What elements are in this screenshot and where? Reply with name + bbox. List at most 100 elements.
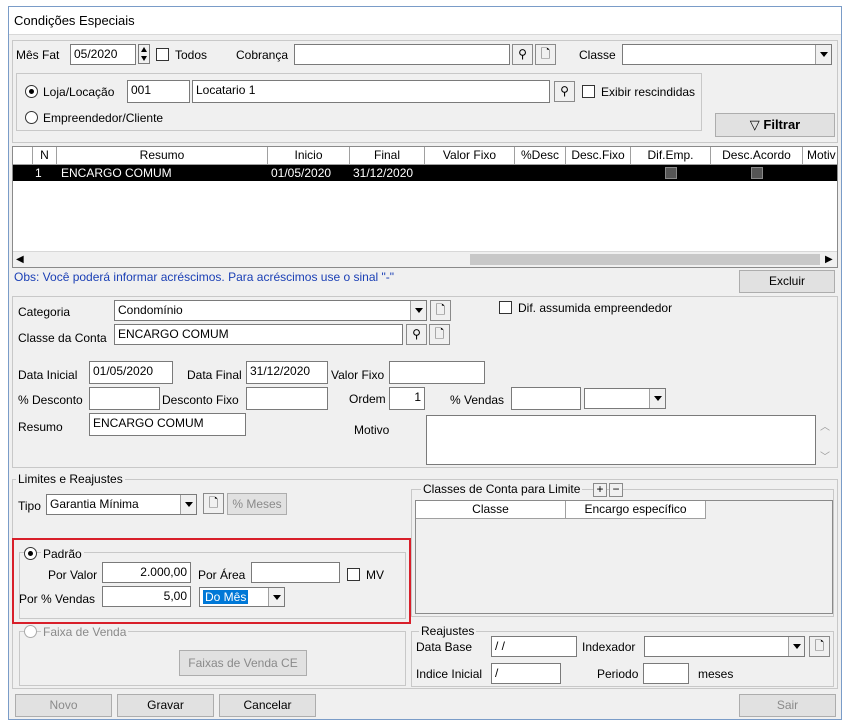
cancelar-button[interactable]: Cancelar — [219, 694, 316, 717]
categoria-label: Categoria — [18, 305, 71, 319]
tipo-new-doc-icon[interactable]: 🗋 — [203, 493, 224, 514]
resumo-input[interactable]: ENCARGO COMUM — [89, 413, 246, 436]
row-desc-fixo — [569, 165, 629, 181]
valor-fixo-label: Valor Fixo — [331, 368, 385, 382]
gravar-button[interactable]: Gravar — [117, 694, 214, 717]
scroll-left-icon[interactable]: ◀ — [16, 254, 24, 265]
empreendedor-cliente-radio[interactable] — [25, 111, 38, 124]
classe-conta-label: Classe da Conta — [18, 331, 107, 345]
row-n: 1 — [35, 166, 42, 180]
row-inicio: 01/05/2020 — [271, 166, 332, 180]
condicoes-especiais-window: Condições Especiais Mês Fat 05/2020 Todo… — [8, 6, 842, 720]
add-classe-icon[interactable]: + — [593, 483, 607, 497]
pct-vendas-select[interactable] — [584, 388, 666, 409]
classe-label: Classe — [579, 48, 616, 62]
empreendedor-cliente-label: Empreendedor/Cliente — [43, 111, 164, 125]
tipo-select[interactable]: Garantia Mínima — [46, 494, 197, 515]
pct-vendas-input[interactable] — [511, 387, 581, 410]
indexador-select[interactable] — [644, 636, 805, 657]
grid-horizontal-scrollbar[interactable]: ◀ ▶ — [13, 251, 837, 267]
cobranca-new-doc-icon[interactable]: 🗋 — [535, 44, 556, 65]
data-base-input[interactable]: / / — [491, 636, 577, 657]
desconto-fixo-input[interactable] — [246, 387, 328, 410]
row-desc-acordo-checkbox[interactable] — [751, 167, 763, 179]
valor-fixo-input[interactable] — [389, 361, 485, 384]
filter-icon: ▽ — [749, 117, 760, 132]
grid-header-final[interactable]: Final — [350, 147, 425, 165]
excluir-button[interactable]: Excluir — [739, 270, 835, 293]
grid-header-motivo[interactable]: Motiv — [803, 147, 837, 165]
pct-desconto-input[interactable] — [89, 387, 160, 410]
classe-select[interactable] — [622, 44, 832, 65]
grid-header-pct-desc[interactable]: %Desc — [515, 147, 566, 165]
grid-header-inicio[interactable]: Inicio — [268, 147, 350, 165]
periodo-input[interactable] — [643, 663, 689, 684]
cobranca-search-icon[interactable]: ⚲ — [512, 44, 533, 65]
data-inicial-label: Data Inicial — [18, 368, 78, 382]
categoria-select[interactable]: Condomínio — [114, 300, 427, 321]
faixas-venda-ce-button[interactable]: Faixas de Venda CE — [179, 650, 307, 676]
chevron-down-icon — [410, 301, 426, 320]
motivo-textarea[interactable] — [426, 415, 816, 465]
ordem-label: Ordem — [349, 392, 386, 406]
motivo-label: Motivo — [354, 423, 390, 437]
pct-meses-button[interactable]: % Meses — [227, 493, 287, 515]
obs-text: Obs: Você poderá informar acréscimos. Pa… — [14, 270, 395, 284]
row-final: 31/12/2020 — [353, 166, 414, 180]
data-final-input[interactable]: 31/12/2020 — [246, 361, 328, 384]
classes-header-classe[interactable]: Classe — [416, 501, 566, 519]
scroll-right-icon[interactable]: ▶ — [825, 254, 833, 265]
periodo-label: Periodo — [597, 667, 639, 681]
classe-conta-input[interactable]: ENCARGO COMUM — [114, 324, 403, 345]
motivo-scroll-up-icon[interactable]: ︿ — [820, 418, 830, 433]
remove-classe-icon[interactable]: − — [609, 483, 623, 497]
classes-header-encargo[interactable]: Encargo específico — [566, 501, 706, 519]
grid-header-n[interactable]: N — [33, 147, 57, 165]
todos-label: Todos — [175, 48, 208, 62]
data-final-label: Data Final — [187, 368, 242, 382]
mes-fat-input[interactable]: 05/2020 — [70, 44, 136, 65]
motivo-scroll-down-icon[interactable]: ﹀ — [820, 448, 830, 463]
exibir-rescindidas-label: Exibir rescindidas — [601, 85, 696, 99]
highlight-box — [12, 538, 411, 624]
title-bar: Condições Especiais — [9, 7, 841, 35]
classe-conta-search-icon[interactable]: ⚲ — [406, 324, 427, 345]
mes-fat-stepper[interactable] — [138, 44, 150, 64]
table-row[interactable]: 1 ENCARGO COMUM 01/05/2020 31/12/2020 — [13, 165, 837, 181]
loja-locacao-radio[interactable] — [25, 85, 38, 98]
loja-locacao-label: Loja/Locação — [43, 85, 115, 99]
dif-assumida-checkbox[interactable] — [499, 301, 512, 314]
grid-header-dif-emp[interactable]: Dif.Emp. — [631, 147, 711, 165]
filtrar-button[interactable]: ▽ Filtrar — [715, 113, 835, 137]
categoria-new-doc-icon[interactable]: 🗋 — [430, 300, 451, 321]
mes-fat-label: Mês Fat — [16, 48, 60, 62]
grid-header-resumo[interactable]: Resumo — [57, 147, 268, 165]
row-dif-emp-checkbox[interactable] — [665, 167, 677, 179]
desconto-fixo-label: Desconto Fixo — [162, 393, 239, 407]
exibir-rescindidas-checkbox[interactable] — [582, 85, 595, 98]
classes-conta-grid[interactable]: Classe Encargo específico — [415, 500, 833, 614]
grid-header-desc-acordo[interactable]: Desc.Acordo — [711, 147, 803, 165]
loja-code-input[interactable]: 001 — [127, 80, 190, 103]
data-inicial-input[interactable]: 01/05/2020 — [89, 361, 173, 384]
novo-button[interactable]: Novo — [15, 694, 112, 717]
conditions-grid[interactable]: N Resumo Inicio Final Valor Fixo %Desc D… — [12, 146, 838, 268]
todos-checkbox[interactable] — [156, 48, 169, 61]
loja-name-input[interactable]: Locatario 1 — [192, 80, 550, 103]
pct-desconto-label: % Desconto — [18, 393, 83, 407]
chevron-down-icon — [649, 389, 665, 408]
meses-label: meses — [698, 667, 734, 681]
sair-button[interactable]: Sair — [739, 694, 836, 717]
indice-inicial-input[interactable]: / — [491, 663, 561, 684]
grid-header-valor-fixo[interactable]: Valor Fixo — [425, 147, 515, 165]
loja-search-icon[interactable]: ⚲ — [554, 81, 575, 102]
reajustes-label: Reajustes — [419, 624, 477, 638]
classe-conta-new-doc-icon[interactable]: 🗋 — [429, 324, 450, 345]
ordem-input[interactable]: 1 — [389, 387, 425, 410]
indexador-new-doc-icon[interactable]: 🗋 — [809, 636, 830, 657]
grid-header-desc-fixo[interactable]: Desc.Fixo — [566, 147, 631, 165]
scrollbar-thumb[interactable] — [470, 254, 820, 265]
faixa-venda-radio[interactable] — [24, 625, 37, 638]
cobranca-input[interactable] — [294, 44, 510, 65]
faixa-venda-label: Faixa de Venda — [41, 625, 129, 639]
